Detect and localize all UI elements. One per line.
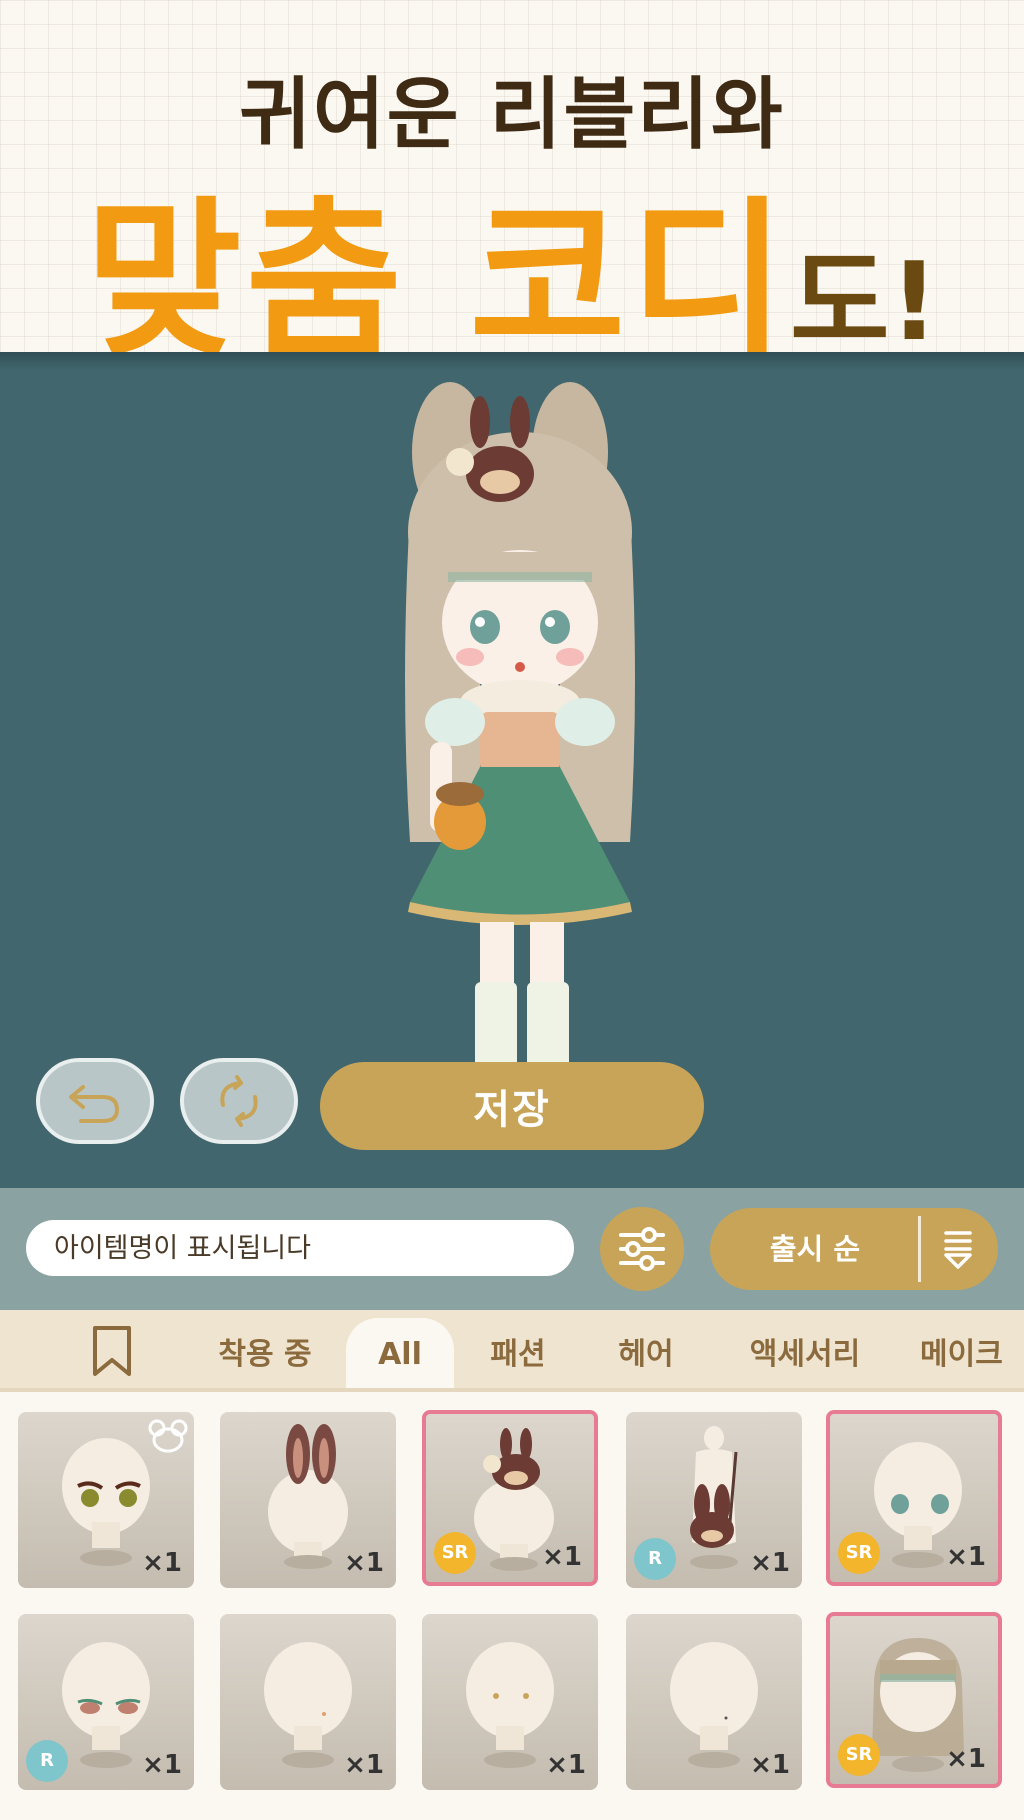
item-card[interactable]: R ×1 <box>18 1614 194 1790</box>
item-card[interactable]: ×1 <box>422 1614 598 1790</box>
promo-tagline-suffix: 도! <box>790 240 939 365</box>
rarity-badge: SR <box>838 1734 880 1776</box>
sort-descending-icon <box>944 1231 972 1269</box>
rarity-badge: SR <box>838 1532 880 1574</box>
item-quantity: ×1 <box>946 1744 986 1774</box>
item-quantity: ×1 <box>750 1750 790 1780</box>
bear-icon <box>148 1419 188 1453</box>
rarity-badge: R <box>26 1740 68 1782</box>
bookmark-icon[interactable] <box>90 1324 134 1378</box>
item-quantity: ×1 <box>344 1750 384 1780</box>
item-card[interactable]: SR ×1 <box>826 1612 1002 1788</box>
item-quantity: ×1 <box>542 1542 582 1572</box>
undo-button[interactable] <box>36 1058 154 1144</box>
item-quantity: ×1 <box>344 1548 384 1578</box>
category-tabs: 착용 중 All 패션 헤어 액세서리 메이크 <box>0 1310 1024 1392</box>
promo-banner: 귀여운 리블리와 맞춤 코디도! <box>0 0 1024 380</box>
filter-button[interactable] <box>600 1207 684 1291</box>
item-quantity: ×1 <box>142 1750 182 1780</box>
tab-wearing[interactable]: 착용 중 <box>195 1318 335 1388</box>
sliders-icon <box>619 1227 665 1271</box>
item-quantity: ×1 <box>546 1750 586 1780</box>
refresh-button[interactable] <box>180 1058 298 1144</box>
item-card[interactable]: ×1 <box>626 1614 802 1790</box>
character-avatar <box>405 382 635 1098</box>
item-grid: ×1 ×1 SR ×1 R ×1 SR ×1 R ×1 ×1 ×1 ×1 SR … <box>0 1392 1024 1820</box>
item-quantity: ×1 <box>946 1542 986 1572</box>
sort-divider <box>918 1216 921 1282</box>
stage-top-shadow <box>0 352 1024 370</box>
rarity-badge: R <box>634 1538 676 1580</box>
tab-fashion[interactable]: 패션 <box>468 1318 568 1388</box>
sort-label: 출시 순 <box>769 1232 861 1266</box>
sort-button[interactable]: 출시 순 <box>710 1208 998 1290</box>
item-quantity: ×1 <box>142 1548 182 1578</box>
item-card[interactable]: SR ×1 <box>422 1410 598 1586</box>
rarity-badge: SR <box>434 1532 476 1574</box>
refresh-icon <box>220 1075 258 1127</box>
tab-all[interactable]: All <box>346 1318 454 1388</box>
item-search-input[interactable] <box>26 1220 574 1276</box>
tab-makeup[interactable]: 메이크 <box>920 1318 1024 1388</box>
item-card[interactable]: R ×1 <box>626 1412 802 1588</box>
undo-icon <box>69 1085 120 1123</box>
item-card[interactable]: ×1 <box>220 1614 396 1790</box>
tab-accessory[interactable]: 액세서리 <box>730 1318 880 1388</box>
search-toolbar: 출시 순 <box>0 1188 1024 1310</box>
item-card[interactable]: ×1 <box>18 1412 194 1588</box>
character-stage: 저장 <box>0 352 1024 1188</box>
tab-hair[interactable]: 헤어 <box>596 1318 696 1388</box>
item-card[interactable]: ×1 <box>220 1412 396 1588</box>
item-card[interactable]: SR ×1 <box>826 1410 1002 1586</box>
promo-tagline-highlight: 맞춤 코디 <box>85 182 791 380</box>
item-quantity: ×1 <box>750 1548 790 1578</box>
save-button[interactable]: 저장 <box>320 1062 704 1150</box>
